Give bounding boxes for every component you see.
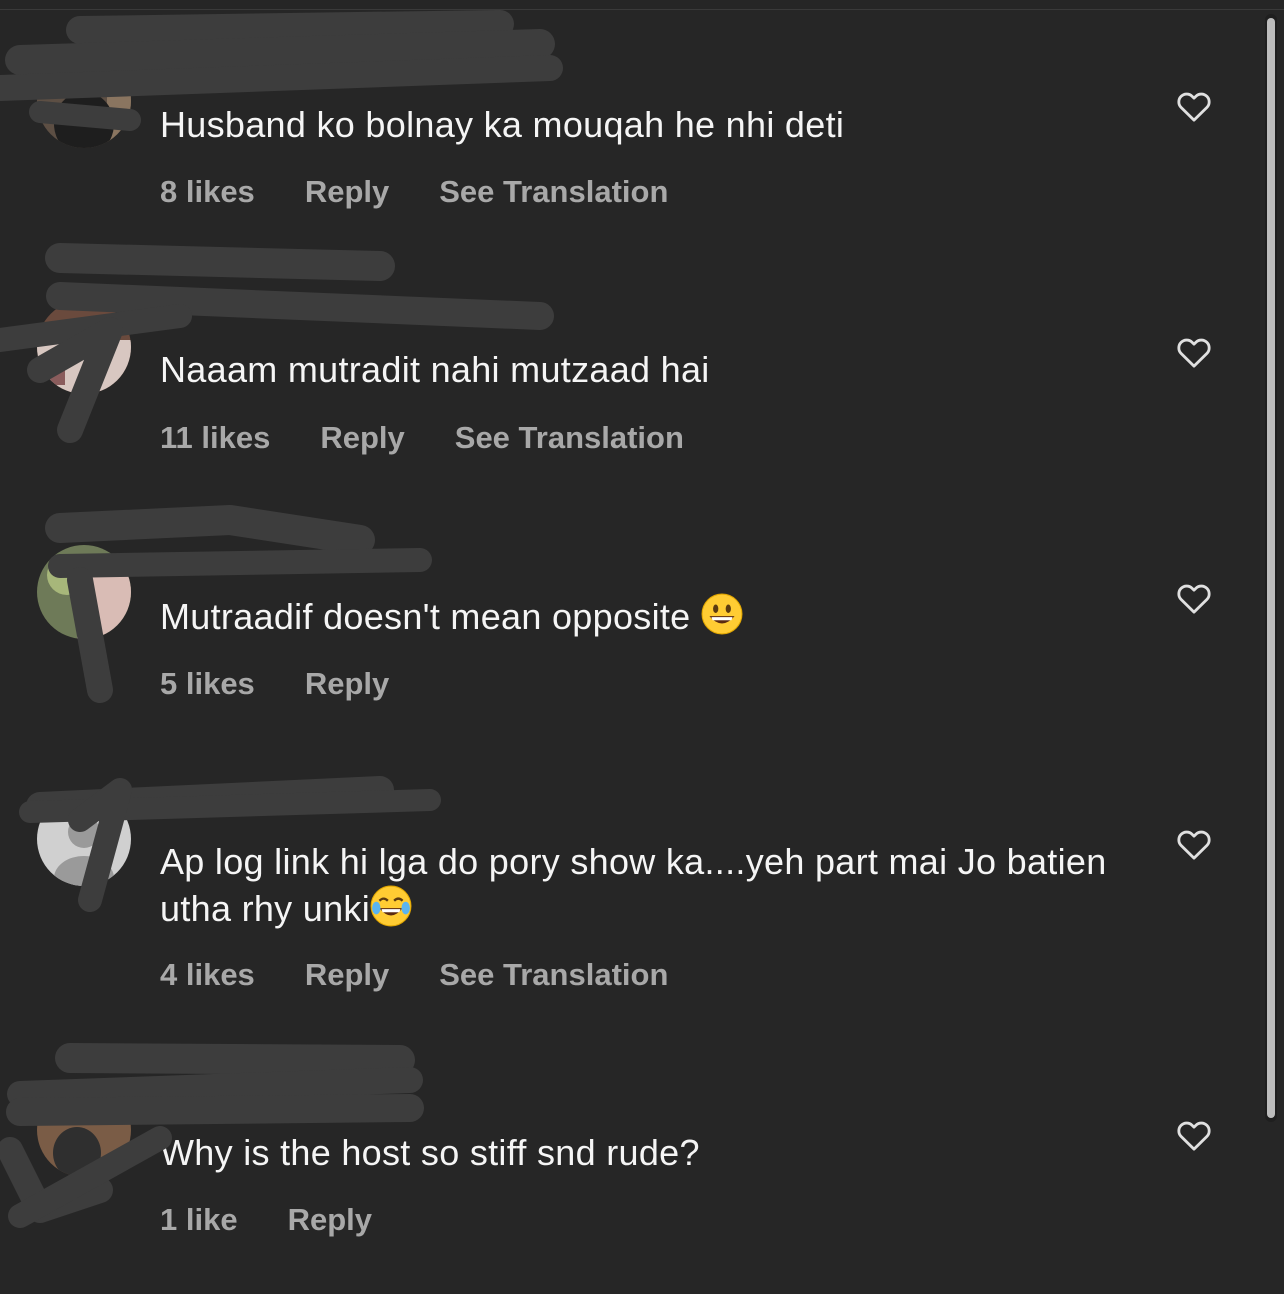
avatar[interactable] [37,792,131,886]
heart-icon[interactable] [1174,824,1214,864]
tears-of-joy-emoji [370,885,412,927]
comment-text: Husband ko bolnay ka mouqah he nhi deti [160,104,845,145]
scrollbar-thumb[interactable] [1267,18,1275,1118]
see-translation-button[interactable]: See Translation [439,957,668,993]
heart-icon[interactable] [1174,1115,1214,1155]
comment-username[interactable]: iamezmaa [160,1080,303,1114]
heart-icon[interactable] [1174,578,1214,618]
heart-icon[interactable] [1174,332,1214,372]
comment-actions: 4 likes Reply See Translation [160,957,668,993]
comment-actions: 1 like Reply [160,1202,372,1238]
reply-button[interactable]: Reply [305,174,389,210]
reply-button[interactable]: Reply [305,957,389,993]
likes-count[interactable]: 1 like [160,1202,238,1238]
reply-button[interactable]: Reply [305,666,389,702]
comment-actions: 5 likes Reply [160,666,389,702]
comment-text: Ap log link hi lga do pory show ka....ye… [160,841,1107,929]
avatar[interactable] [37,300,131,394]
see-translation-button[interactable]: See Translation [455,420,684,456]
comment-text: Mutraadif doesn't mean opposite [160,593,1120,640]
reply-button[interactable]: Reply [320,420,404,456]
likes-count[interactable]: 5 likes [160,666,255,702]
grinning-face-emoji [701,593,743,635]
avatar[interactable] [37,545,131,639]
likes-count[interactable]: 4 likes [160,957,255,993]
heart-icon[interactable] [1174,86,1214,126]
comment-actions: 8 likes Reply See Translation [160,174,668,210]
likes-count[interactable]: 8 likes [160,174,255,210]
avatar[interactable] [37,54,131,148]
comment-actions: 11 likes Reply See Translation [160,420,684,456]
see-translation-button[interactable]: See Translation [439,174,668,210]
comment-text: Naaam mutradit nahi mutzaad hai [160,349,710,390]
reply-button[interactable]: Reply [288,1202,372,1238]
likes-count[interactable]: 11 likes [160,420,270,456]
comment-text: Why is the host so stiff snd rude? [160,1132,700,1173]
top-divider [0,9,1284,10]
avatar[interactable] [37,1083,131,1177]
